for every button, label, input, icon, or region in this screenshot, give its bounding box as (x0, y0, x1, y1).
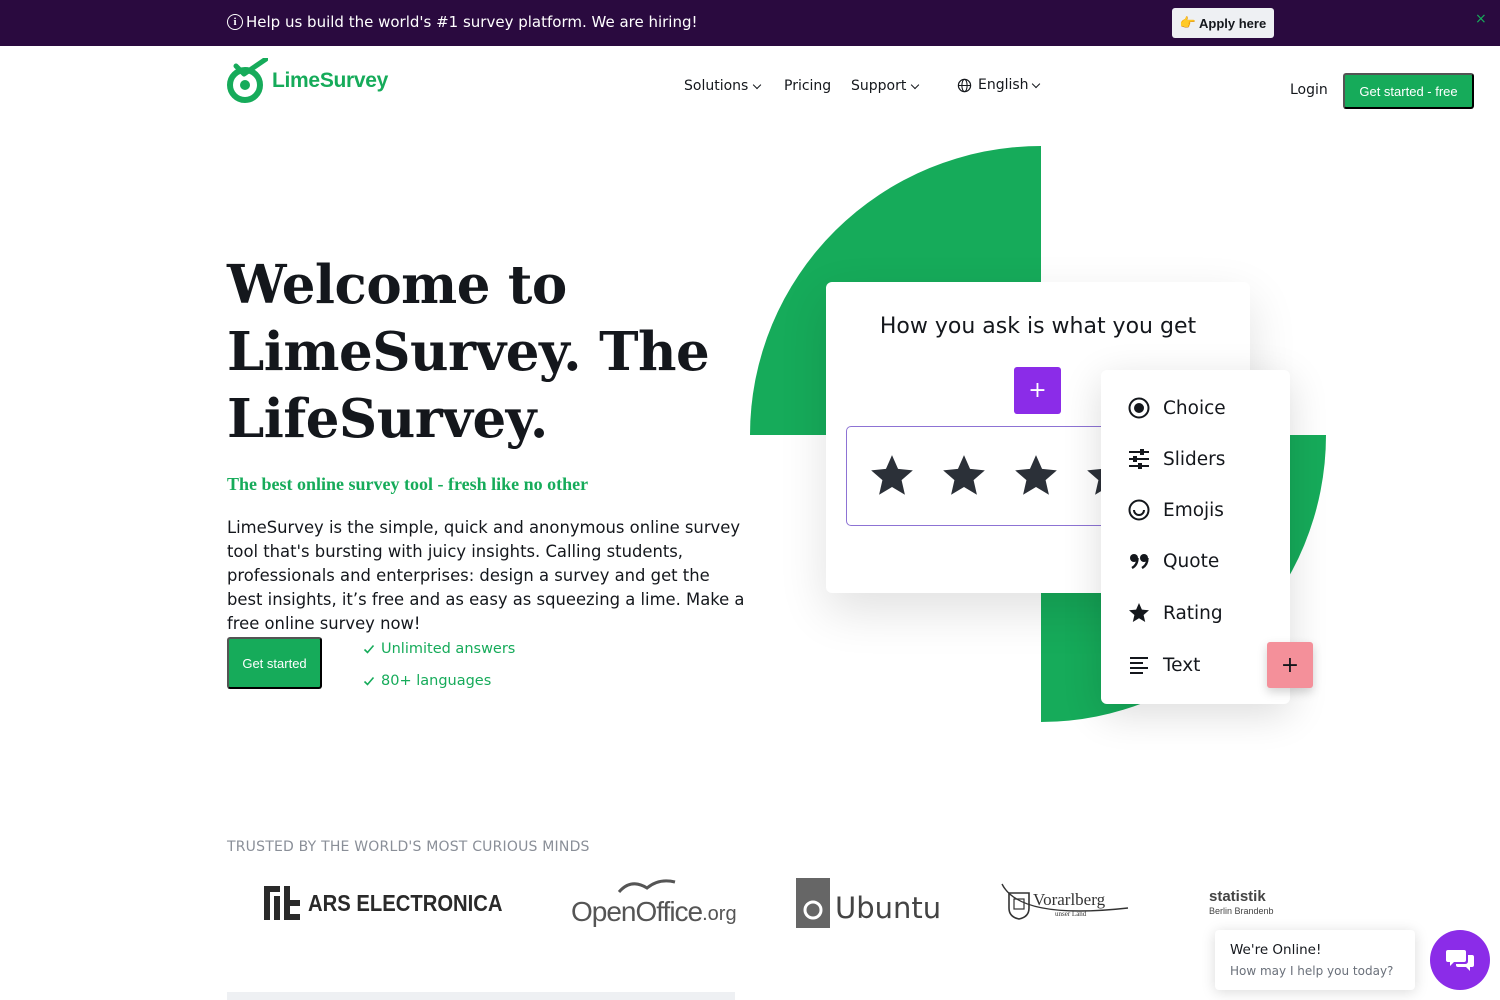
apply-label: Apply here (1199, 15, 1267, 31)
menu-item-quote[interactable]: Quote (1127, 549, 1219, 573)
chat-icon (1446, 950, 1474, 971)
ubuntu-text: Ubuntu (835, 891, 942, 925)
close-icon[interactable]: × (1475, 11, 1487, 27)
menu-item-emojis[interactable]: Emojis (1127, 498, 1224, 522)
language-label: English (978, 77, 1029, 93)
emoji-icon (1128, 499, 1150, 521)
ubuntu-logo: Ubuntu (796, 878, 941, 928)
chat-greeting[interactable]: We're Online! How may I help you today? (1215, 930, 1415, 990)
banner-text: Help us build the world's #1 survey plat… (246, 13, 698, 31)
statistik-logo: statistik Berlin Brandenb (1209, 888, 1274, 916)
star-icon (871, 455, 913, 495)
check-label: Unlimited answers (381, 641, 516, 657)
get-started-free-button[interactable]: Get started - free (1343, 73, 1474, 109)
menu-item-label: Sliders (1163, 448, 1226, 470)
check-label: 80+ languages (381, 673, 492, 689)
check-item: 80+ languages (363, 670, 515, 692)
star-icon (1129, 603, 1149, 622)
survey-card-title: How you ask is what you get (879, 314, 1197, 339)
openoffice-org-text: .org (702, 902, 737, 925)
check-icon (363, 644, 375, 654)
nav-solutions-label: Solutions (684, 78, 749, 94)
banner-message: i Help us build the world's #1 survey pl… (227, 13, 698, 31)
customer-logos: ARS ELECTRONICA OpenOffice .org Ubuntu V… (0, 870, 1290, 940)
nav-pricing-label: Pricing (784, 78, 832, 94)
question-type-menu: Choice Sliders Emojis Quote Rating Text (1101, 370, 1290, 704)
statistik-text: statistik (1209, 888, 1266, 905)
chevron-down-icon (911, 80, 920, 89)
chevron-down-icon (753, 80, 762, 89)
vorarlberg-logo: Vorarlberg unser Land (1000, 878, 1129, 920)
hero-subtitle: The best online survey tool - fresh like… (227, 474, 589, 494)
menu-item-label: Choice (1163, 397, 1226, 419)
text-lines-icon (1130, 657, 1148, 674)
chat-subtitle: How may I help you today? (1230, 964, 1394, 978)
add-question-button[interactable]: + (1014, 367, 1061, 414)
chat-open-button[interactable] (1430, 930, 1490, 990)
feature-checklist: Unlimited answers 80+ languages (363, 638, 515, 702)
menu-item-rating[interactable]: Rating (1127, 601, 1223, 625)
hero-description: LimeSurvey is the simple, quick and anon… (227, 518, 745, 633)
lime-logo-icon (227, 58, 268, 103)
menu-item-label: Rating (1163, 602, 1223, 624)
section-divider (227, 992, 735, 1000)
menu-item-sliders[interactable]: Sliders (1127, 447, 1225, 471)
openoffice-logo: OpenOffice .org (571, 879, 737, 928)
menu-item-label: Text (1163, 654, 1201, 676)
get-started-button[interactable]: Get started (227, 637, 322, 689)
menu-item-choice[interactable]: Choice (1127, 396, 1226, 420)
add-text-button[interactable]: + (1267, 642, 1313, 688)
check-item: Unlimited answers (363, 638, 515, 660)
logo-text: LimeSurvey (272, 69, 389, 92)
gull-icon (617, 879, 676, 894)
openoffice-text: OpenOffice (571, 896, 703, 927)
chevron-down-icon (1031, 79, 1040, 88)
star-icon (1015, 455, 1057, 495)
info-icon: i (227, 14, 243, 30)
nav-support[interactable]: Support (851, 78, 920, 94)
ubuntu-circle-icon (796, 878, 830, 928)
swoosh-icon (1001, 883, 1129, 912)
rating-stars (846, 426, 1130, 526)
limesurvey-logo[interactable]: LimeSurvey (226, 57, 396, 105)
radio-icon (1128, 397, 1150, 419)
language-selector[interactable]: English (957, 77, 1040, 93)
pointing-hand-icon: 👉 (1179, 15, 1196, 30)
hero-title: Welcome to LimeSurvey. The LifeSurvey. (227, 254, 710, 450)
statistik-sub-text: Berlin Brandenb (1209, 906, 1274, 916)
login-link[interactable]: Login (1290, 82, 1328, 98)
star-icon (943, 455, 985, 495)
hiring-banner: i Help us build the world's #1 survey pl… (0, 0, 1500, 46)
ars-electronica-text: ARS ELECTRONICA (308, 889, 503, 916)
globe-icon (957, 78, 972, 92)
apply-here-button[interactable]: 👉 Apply here (1172, 8, 1274, 38)
trusted-heading: TRUSTED BY THE WORLD'S MOST CURIOUS MIND… (227, 839, 590, 855)
menu-item-label: Quote (1163, 550, 1220, 572)
quote-icon (1130, 554, 1149, 570)
nav-support-label: Support (851, 78, 907, 94)
ars-glyph-icon (264, 886, 300, 920)
ars-electronica-logo: ARS ELECTRONICA (264, 886, 529, 920)
sliders-icon (1129, 449, 1149, 469)
chat-title: We're Online! (1230, 942, 1322, 958)
check-icon (363, 676, 375, 686)
nav-pricing[interactable]: Pricing (784, 78, 831, 94)
menu-item-label: Emojis (1163, 499, 1224, 521)
menu-item-text[interactable]: Text (1127, 653, 1200, 677)
nav-solutions[interactable]: Solutions (684, 78, 762, 94)
